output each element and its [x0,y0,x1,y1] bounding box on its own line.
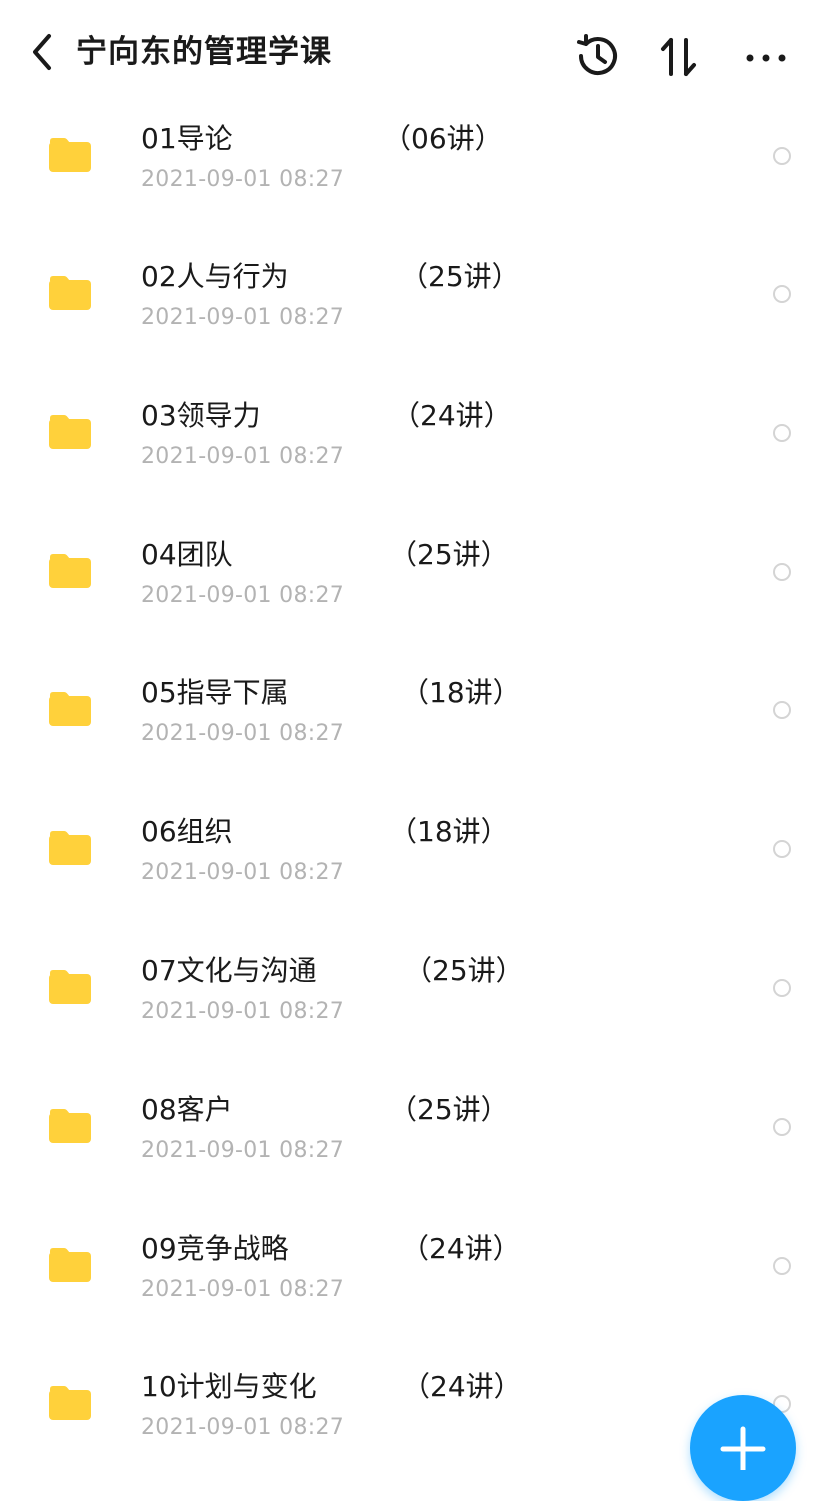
folder-name: 09竞争战略 [141,1231,289,1265]
modified-date: 2021-09-01 08:27 [141,167,345,192]
sort-button[interactable] [654,30,706,82]
select-radio[interactable] [773,423,791,442]
lecture-count: （24讲） [402,1370,522,1404]
folder-name: 01导论 [141,122,233,155]
folder-name: 08客户 [141,1092,233,1126]
modified-date: 2021-09-01 08:27 [141,1276,345,1302]
folder-icon [49,276,91,310]
select-radio[interactable] [773,285,791,303]
modified-date: 2021-09-01 08:27 [141,582,345,608]
modified-date: 2021-09-01 08:27 [141,860,345,886]
select-radio[interactable] [773,562,791,581]
lecture-count: （25讲） [389,1092,509,1126]
add-button[interactable] [690,1395,796,1501]
modified-date: 2021-09-01 08:27 [141,998,345,1024]
lecture-count: （18讲） [401,676,521,710]
history-clock-icon [577,34,617,76]
lecture-count: （18讲） [389,815,509,849]
folder-row[interactable]: 04团队 （25讲） 2021-09-01 08:27 [0,487,828,626]
folder-icon [49,1108,91,1143]
folder-list: 01导论 （06讲） 2021-09-01 08:27 02人与行为 （25讲） 2021… [0,105,828,1458]
select-radio[interactable] [773,1256,791,1275]
top-bar: 宁向东的管理学课 [0,0,828,105]
folder-icon [49,1386,91,1421]
history-button[interactable] [570,30,622,82]
plus-icon [720,1426,766,1470]
folder-row[interactable]: 01导论 （06讲） 2021-09-01 08:27 [0,105,828,209]
page-title: 宁向东的管理学课 [76,34,332,70]
folder-icon [49,414,91,449]
folder-icon [49,692,91,727]
folder-name: 07文化与沟通 [141,953,317,987]
folder-row[interactable]: 02人与行为 （25讲） 2021-09-01 08:27 [0,209,828,348]
folder-icon [49,1247,91,1282]
folder-name: 02人与行为 [141,260,289,293]
select-radio[interactable] [773,147,791,165]
modified-date: 2021-09-01 08:27 [141,305,345,330]
folder-row[interactable]: 05指导下属 （18讲） 2021-09-01 08:27 [0,625,828,764]
folder-icon [49,969,91,1004]
modified-date: 2021-09-01 08:27 [141,443,345,469]
folder-name: 05指导下属 [141,676,289,710]
select-radio[interactable] [773,840,791,859]
modified-date: 2021-09-01 08:27 [141,721,345,747]
lecture-count: （25讲） [400,260,520,293]
folder-row[interactable]: 03领导力 （24讲） 2021-09-01 08:27 [0,348,828,487]
lecture-count: （24讲） [401,1231,521,1265]
sort-arrows-icon [661,38,696,76]
back-button[interactable] [24,30,60,74]
select-radio[interactable] [773,1117,791,1136]
folder-row[interactable]: 08客户 （25讲） 2021-09-01 08:27 [0,1042,828,1181]
lecture-count: （25讲） [404,953,524,987]
modified-date: 2021-09-01 08:27 [141,1137,345,1163]
folder-row[interactable]: 07文化与沟通 （25讲） 2021-09-01 08:27 [0,903,828,1042]
folder-name: 06组织 [141,815,233,849]
select-radio[interactable] [773,978,791,997]
lecture-count: （25讲） [389,537,509,571]
modified-date: 2021-09-01 08:27 [141,1415,345,1441]
more-dots-icon [746,54,786,62]
folder-icon [49,553,91,588]
folder-icon [49,831,91,866]
folder-row[interactable]: 09竞争战略 （24讲） 2021-09-01 08:27 [0,1181,828,1320]
chevron-left-icon [33,34,51,70]
more-button[interactable] [738,30,790,82]
folder-name: 04团队 [141,537,233,571]
lecture-count: （24讲） [392,398,512,432]
folder-name: 03领导力 [141,398,261,432]
folder-name: 10计划与变化 [141,1370,317,1404]
select-radio[interactable] [773,701,791,720]
folder-icon [49,138,91,172]
folder-row[interactable]: 06组织 （18讲） 2021-09-01 08:27 [0,764,828,903]
lecture-count: （06讲） [383,122,503,155]
